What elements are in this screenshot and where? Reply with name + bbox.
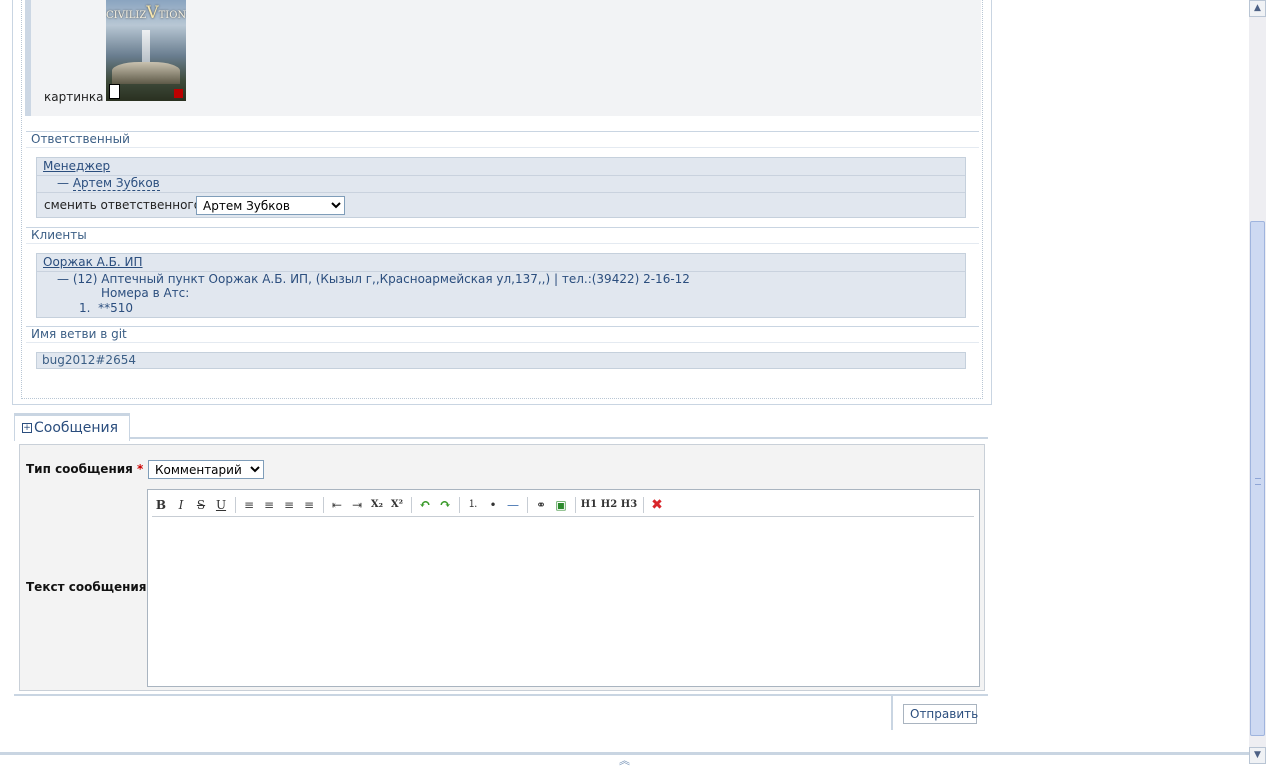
change-responsible-label: сменить ответственного:	[44, 198, 206, 212]
clients-box: Ооржак А.Б. ИП — (12) Аптечный пункт Оор…	[36, 253, 966, 318]
toolbar-separator	[411, 497, 412, 513]
horizontal-rule-icon[interactable]: —	[504, 497, 522, 513]
toolbar-separator	[575, 497, 576, 513]
client-name-link[interactable]: Ооржак А.Б. ИП	[43, 255, 143, 269]
ats-label: Номера в Атс:	[101, 286, 190, 300]
message-type-select[interactable]: Комментарий	[148, 460, 264, 479]
vertical-scrollbar[interactable]: ▲ ▼	[1249, 0, 1266, 764]
git-box: bug2012#2654	[36, 352, 966, 369]
align-left-icon[interactable]: ≡	[240, 497, 258, 513]
responsible-select[interactable]: Артем Зубков	[196, 196, 345, 215]
unordered-list-icon[interactable]: •	[484, 497, 502, 513]
underline-icon[interactable]: U	[212, 497, 230, 513]
editor-text-area[interactable]	[152, 520, 974, 680]
redo-icon[interactable]: ↷	[436, 497, 454, 513]
responsible-person: — Артем Зубков	[57, 176, 160, 191]
outdent-icon[interactable]: ⇤	[328, 497, 346, 513]
client-name-row: Ооржак А.Б. ИП	[37, 254, 965, 272]
align-right-icon[interactable]: ≡	[280, 497, 298, 513]
rich-text-editor[interactable]: B I S U ≡ ≡ ≡ ≡ ⇤ ⇥ X₂ X² ↶ ↷ ⒈ • — ⚭ ▣ …	[147, 489, 980, 687]
heading3-icon[interactable]: H3	[620, 497, 638, 513]
heading1-icon[interactable]: H1	[580, 497, 598, 513]
message-form: Тип сообщения * Комментарий Текст сообще…	[19, 444, 985, 691]
submit-tab: Отправить	[891, 696, 989, 730]
git-section-title: Имя ветви в git	[26, 326, 979, 343]
submit-button[interactable]: Отправить	[903, 704, 978, 724]
align-center-icon[interactable]: ≡	[260, 497, 278, 513]
image-icon[interactable]: ▣	[552, 497, 570, 513]
remove-format-icon[interactable]: ✖	[648, 497, 666, 513]
responsible-section-title: Ответственный	[26, 131, 979, 148]
clients-section-title: Клиенты	[26, 227, 979, 244]
tab-messages-label: Сообщения	[34, 420, 119, 436]
align-justify-icon[interactable]: ≡	[300, 497, 318, 513]
attachment-label: картинка	[44, 90, 104, 104]
message-type-label: Тип сообщения *	[26, 462, 143, 476]
italic-icon[interactable]: I	[172, 497, 190, 513]
responsible-box: Менеджер — Артем Зубков сменить ответств…	[36, 157, 966, 218]
bold-icon[interactable]: B	[152, 497, 170, 513]
attachment-thumbnail[interactable]: CIVILIZVTION	[106, 0, 186, 101]
responsible-group-link[interactable]: Менеджер	[43, 159, 110, 173]
client-detail-row: — (12) Аптечный пункт Ооржак А.Б. ИП, (К…	[37, 272, 965, 316]
git-branch-value: bug2012#2654	[42, 353, 136, 367]
ordered-list-icon[interactable]: ⒈	[464, 497, 482, 513]
responsible-person-row: — Артем Зубков	[37, 176, 965, 193]
page-content: картинка CIVILIZVTION Ответственный Мене…	[8, 0, 994, 735]
link-icon[interactable]: ⚭	[532, 497, 550, 513]
responsible-person-link[interactable]: Артем Зубков	[72, 176, 160, 191]
thumbnail-logo: CIVILIZVTION	[106, 3, 186, 23]
expand-plus-icon[interactable]: +	[22, 423, 32, 433]
required-mark: *	[137, 462, 144, 476]
undo-icon[interactable]: ↶	[416, 497, 434, 513]
message-type-label-text: Тип сообщения	[26, 462, 133, 476]
toolbar-separator	[459, 497, 460, 513]
tabs-underline	[14, 437, 988, 439]
strikethrough-icon[interactable]: S	[192, 497, 210, 513]
thumbnail-city	[112, 62, 180, 84]
editor-toolbar: B I S U ≡ ≡ ≡ ≡ ⇤ ⇥ X₂ X² ↶ ↷ ⒈ • — ⚭ ▣ …	[152, 494, 974, 517]
scroll-up-arrow-icon[interactable]: ▲	[1249, 0, 1266, 17]
collapse-up-icon[interactable]: ︽	[619, 752, 630, 768]
scrollbar-thumb[interactable]	[1250, 221, 1265, 736]
scrollbar-grip	[1255, 478, 1261, 485]
submit-area: Отправить	[14, 694, 988, 734]
message-text-label: Текст сообщения	[26, 580, 147, 594]
toolbar-separator	[643, 497, 644, 513]
toolbar-separator	[323, 497, 324, 513]
toolbar-separator	[235, 497, 236, 513]
toolbar-separator	[527, 497, 528, 513]
heading2-icon[interactable]: H2	[600, 497, 618, 513]
client-detail: — (12) Аптечный пункт Ооржак А.Б. ИП, (К…	[57, 272, 690, 286]
indent-icon[interactable]: ⇥	[348, 497, 366, 513]
responsible-group-row: Менеджер	[37, 158, 965, 176]
attachment-panel: картинка CIVILIZVTION	[25, 0, 981, 116]
tab-messages[interactable]: + Сообщения	[14, 413, 130, 441]
scroll-down-arrow-icon[interactable]: ▼	[1249, 747, 1266, 764]
esrb-rating-icon	[109, 84, 120, 99]
subscript-icon[interactable]: X₂	[368, 497, 386, 513]
responsible-person-dash: —	[57, 176, 73, 190]
bottom-collapse-bar[interactable]: ︽	[0, 752, 1249, 767]
ats-item: 1. **510	[79, 301, 133, 315]
publisher-logo-icon	[174, 89, 183, 98]
superscript-icon[interactable]: X²	[388, 497, 406, 513]
